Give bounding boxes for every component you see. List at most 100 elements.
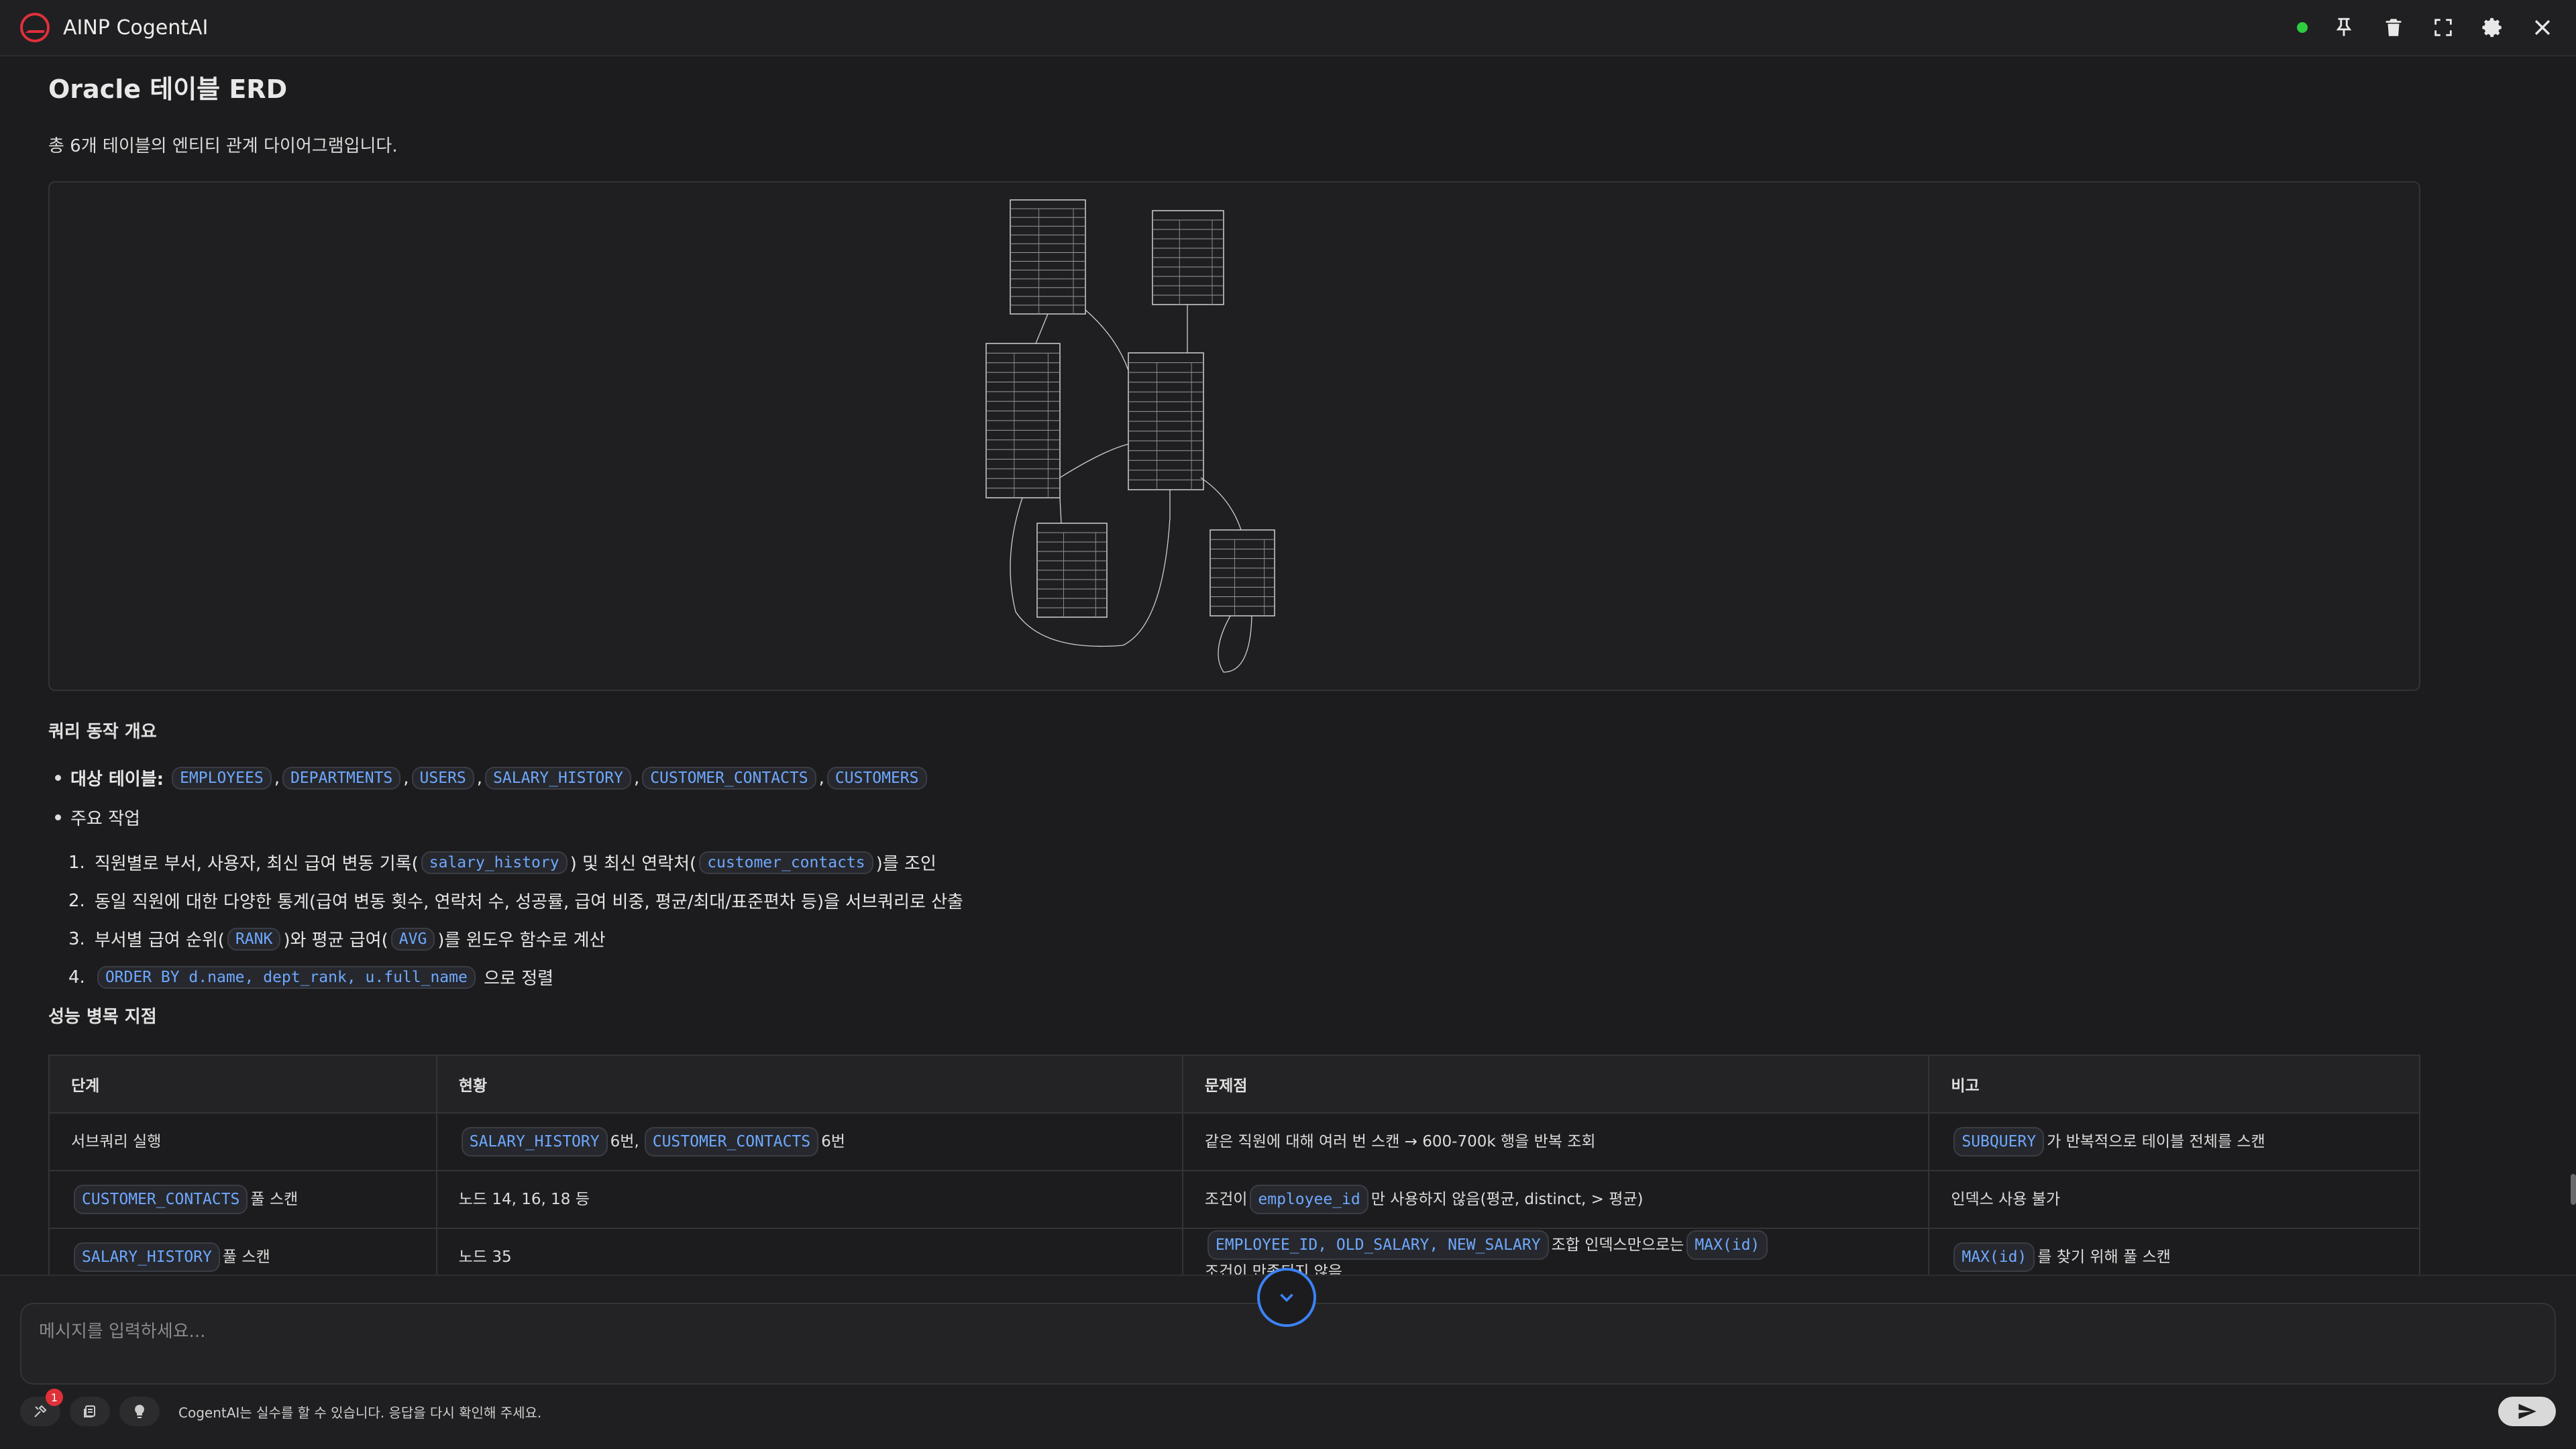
separator: , — [403, 767, 409, 788]
step-text: 직원별로 부서, 사용자, 최신 급여 변동 기록( — [94, 854, 419, 874]
trash-icon[interactable] — [2380, 14, 2407, 41]
fullscreen-icon[interactable] — [2430, 14, 2457, 41]
table-name-chip: USERS — [411, 766, 474, 790]
documents-button[interactable] — [70, 1397, 110, 1426]
tools-icon — [34, 1405, 47, 1417]
step-item: 3. 부서별 급여 순위( RANK )와 평균 급여( AVG )를 윈도우 … — [68, 926, 2420, 951]
table-header-row: 단계 현황 문제점 비고 — [48, 1055, 2420, 1114]
code-chip: RANK — [227, 927, 281, 951]
target-tables-label: 대상 테이블: — [70, 769, 164, 790]
overview-list: 대상 테이블: EMPLOYEES, DEPARTMENTS, USERS, SALA… — [48, 765, 2420, 830]
separator: , — [633, 767, 640, 788]
cell-text: 조합 인덱스만으로는 — [1551, 1236, 1684, 1254]
step-text: 으로 정렬 — [478, 969, 554, 989]
erd-diagram-canvas — [985, 199, 1275, 673]
code-chip: employee_id — [1250, 1185, 1368, 1214]
bottleneck-table: 단계 현황 문제점 비고 서브쿼리 실행 SALARY_HISTORY 6번, … — [48, 1055, 2420, 1275]
table-cell: SALARY_HISTORY 풀 스캔 — [48, 1228, 437, 1275]
overview-heading: 쿼리 동작 개요 — [48, 722, 157, 742]
step-number: 3. — [68, 928, 85, 949]
disclaimer-text: CogentAI는 실수를 할 수 있습니다. 응답을 다시 확인해 주세요. — [178, 1404, 542, 1421]
table-cell: SUBQUERY 가 반복적으로 테이블 전체를 스캔 — [1928, 1112, 2420, 1171]
step-item: 4. ORDER BY d.name, dept_rank, u.full_na… — [68, 965, 2420, 989]
erd-relationship-line — [1085, 309, 1129, 371]
code-chip: SALARY_HISTORY — [74, 1242, 220, 1272]
main-work-item: 주요 작업 — [48, 805, 2420, 830]
step-number: 2. — [68, 890, 85, 911]
code-chip: MAX(id) — [1953, 1242, 2035, 1272]
step-text: )와 평균 급여( — [283, 930, 388, 951]
code-chip: salary_history — [421, 851, 568, 874]
steps-list: 1. 직원별로 부서, 사용자, 최신 급여 변동 기록( salary_his… — [48, 850, 2420, 989]
cell-text: 서브쿼리 실행 — [71, 1133, 162, 1150]
table-name-chip: CUSTOMER_CONTACTS — [642, 766, 816, 790]
cell-text: 인덱스 사용 불가 — [1951, 1191, 2061, 1208]
cell-text: 풀 스캔 — [250, 1191, 299, 1208]
code-chip: EMPLOYEE_ID, OLD_SALARY, NEW_SALARY — [1207, 1230, 1549, 1260]
cell-text: 노드 35 — [458, 1248, 512, 1266]
erd-relationship-line — [1059, 497, 1062, 524]
cell-text: 노드 14, 16, 18 등 — [458, 1191, 590, 1208]
page-title: Oracle 테이블 ERD — [48, 74, 288, 104]
table-row: 서브쿼리 실행 SALARY_HISTORY 6번, CUSTOMER_CONT… — [48, 1112, 2420, 1171]
scroll-down-button[interactable] — [1257, 1268, 1316, 1327]
table-cell: 노드 14, 16, 18 등 — [435, 1170, 1183, 1229]
step-item: 1. 직원별로 부서, 사용자, 최신 급여 변동 기록( salary_his… — [68, 850, 2420, 875]
cell-text: 풀 스캔 — [222, 1248, 270, 1266]
app-title: AINP CogentAI — [63, 15, 209, 40]
table-cell: 조건이 employee_id 만 사용하지 않음(평균, distinct, … — [1181, 1170, 1930, 1229]
code-chip: MAX(id) — [1686, 1230, 1768, 1260]
cell-text: 만 사용하지 않음(평균, distinct, > 평균) — [1371, 1191, 1644, 1208]
code-chip: ORDER BY d.name, dept_rank, u.full_name — [97, 965, 476, 989]
chevron-down-icon — [1280, 1293, 1293, 1302]
erd-entity-box — [1210, 529, 1275, 616]
table-name-chip: EMPLOYEES — [172, 766, 272, 790]
erd-relationship-line — [1218, 615, 1252, 673]
code-chip: AVG — [390, 927, 435, 951]
separator: , — [818, 767, 824, 788]
separator: , — [274, 767, 280, 788]
documents-icon — [84, 1405, 95, 1417]
step-text: )를 윈도우 함수로 계산 — [437, 930, 606, 951]
tools-button[interactable]: 1 — [20, 1389, 63, 1426]
table-cell: 인덱스 사용 불가 — [1928, 1170, 2420, 1229]
pin-icon[interactable] — [2330, 14, 2357, 41]
erd-entity-box — [1010, 199, 1086, 315]
idea-button[interactable] — [119, 1397, 160, 1426]
erd-relationship-line — [1059, 443, 1129, 478]
gear-icon[interactable] — [2479, 14, 2506, 41]
step-text: ) 및 최신 연락처( — [570, 854, 697, 874]
code-chip: SALARY_HISTORY — [461, 1127, 608, 1157]
step-text: 동일 직원에 대한 다양한 통계(급여 변동 횟수, 연락처 수, 성공률, 급… — [94, 892, 963, 912]
table-row: SALARY_HISTORY 풀 스캔 노드 35 EMPLOYEE_ID, O… — [48, 1228, 2420, 1275]
table-name-chip: SALARY_HISTORY — [485, 766, 631, 790]
code-chip: CUSTOMER_CONTACTS — [74, 1185, 248, 1214]
code-chip: CUSTOMER_CONTACTS — [644, 1127, 819, 1157]
step-text: 부서별 급여 순위( — [94, 930, 225, 951]
composer-tools: 1 CogentAI는 실수를 할 수 있습니다. 응답을 다시 확인해 주세요… — [20, 1389, 542, 1426]
table-cell: SALARY_HISTORY 6번, CUSTOMER_CONTACTS 6번 — [435, 1112, 1183, 1171]
target-tables-chips: EMPLOYEES, DEPARTMENTS, USERS, SALARY_HISTO… — [169, 766, 929, 790]
cell-text: 6번 — [821, 1133, 845, 1150]
erd-relationship-line — [1200, 477, 1242, 531]
table-cell: EMPLOYEE_ID, OLD_SALARY, NEW_SALARY 조합 인… — [1181, 1228, 1930, 1275]
scrollbar-thumb[interactable] — [2571, 1174, 2576, 1205]
lightbulb-icon — [135, 1405, 144, 1418]
code-chip: customer_contacts — [699, 851, 873, 874]
erd-relationship-line — [1035, 313, 1049, 344]
erd-diagram — [48, 181, 2420, 691]
send-icon — [2518, 1403, 2536, 1419]
cell-text: 같은 직원에 대해 여러 번 스캔 → 600-700k 행을 반복 조회 — [1204, 1133, 1596, 1150]
step-number: 1. — [68, 852, 85, 873]
page-subtitle: 총 6개 테이블의 엔티티 관계 다이어그램입니다. — [48, 136, 398, 156]
cell-text: 가 반복적으로 테이블 전체를 스캔 — [2047, 1133, 2265, 1150]
chat-content: Oracle 테이블 ERD 총 6개 테이블의 엔티티 관계 다이어그램입니다… — [48, 56, 2420, 1275]
cell-text: 조건이 — [1204, 1191, 1248, 1208]
send-button[interactable] — [2498, 1397, 2556, 1426]
column-header: 비고 — [1928, 1055, 2420, 1114]
status-online-icon — [2297, 22, 2308, 33]
close-icon[interactable] — [2529, 14, 2556, 41]
table-name-chip: DEPARTMENTS — [282, 766, 401, 790]
title-bar: AINP CogentAI — [0, 0, 2576, 56]
separator: , — [476, 767, 483, 788]
